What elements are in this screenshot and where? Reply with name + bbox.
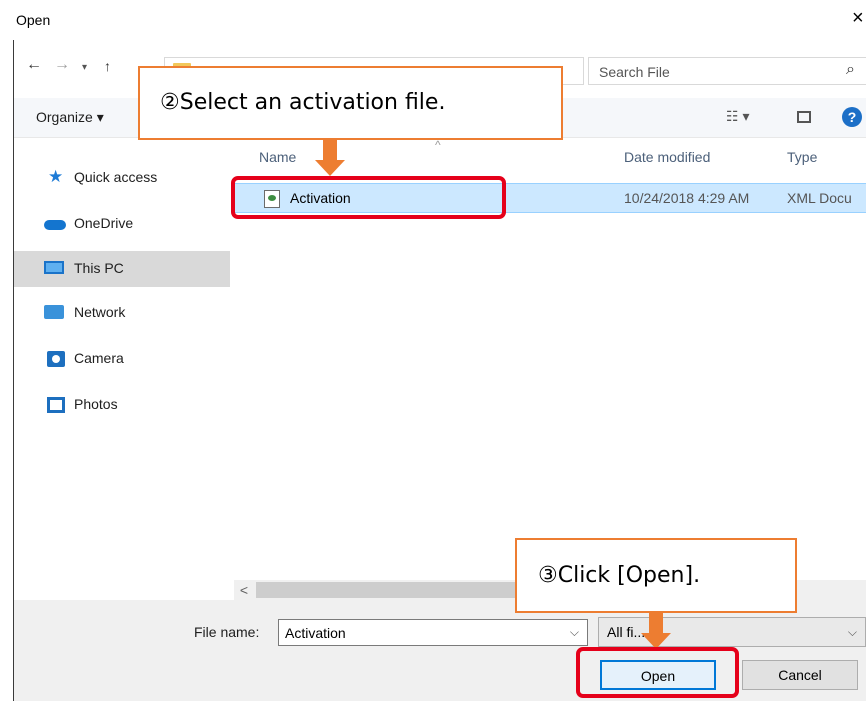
file-name-label: File name: xyxy=(194,624,260,640)
camera-icon xyxy=(47,351,65,367)
search-icon[interactable]: ⌕ xyxy=(846,61,855,79)
open-button-highlight xyxy=(576,647,739,698)
sidebar-item-camera[interactable]: Camera xyxy=(14,341,230,377)
column-header-date-modified[interactable]: Date modified xyxy=(624,149,710,165)
back-arrow-icon[interactable]: ← xyxy=(26,56,42,74)
file-type: XML Docu xyxy=(787,190,852,206)
sidebar-item-quick-access[interactable]: ★ Quick access xyxy=(14,160,230,196)
cancel-button[interactable]: Cancel xyxy=(742,660,858,690)
forward-arrow-icon[interactable]: → xyxy=(54,56,70,74)
step2-arrow-icon xyxy=(315,139,345,176)
step3-arrow-icon xyxy=(641,613,671,649)
sidebar-item-network[interactable]: Network xyxy=(14,295,230,331)
column-header-name[interactable]: Name xyxy=(259,149,296,165)
sort-ascending-icon: ^ xyxy=(435,138,441,152)
preview-pane-icon[interactable] xyxy=(797,111,811,123)
file-type-filter-value: All fi... xyxy=(607,624,646,640)
sidebar-item-photos[interactable]: Photos xyxy=(14,387,230,423)
sidebar-item-label: Network xyxy=(74,304,126,320)
column-header-type[interactable]: Type xyxy=(787,149,817,165)
sidebar-item-label: Camera xyxy=(74,350,124,366)
chevron-down-icon[interactable]: ⌵ xyxy=(848,625,857,640)
file-date-modified: 10/24/2018 4:29 AM xyxy=(624,190,750,206)
activation-file-highlight xyxy=(231,176,506,219)
file-name-input[interactable]: Activation ⌵ xyxy=(278,619,588,646)
recent-locations-icon[interactable]: ▾ xyxy=(82,62,87,73)
search-input[interactable]: Search File ⌕ xyxy=(588,57,866,85)
photos-icon xyxy=(47,397,65,413)
navigation-pane: ★ Quick access OneDrive This PC Network … xyxy=(14,138,230,578)
window-title: Open xyxy=(16,12,51,28)
open-file-dialog: Open × ← → ▾ ↑ Search File ⌕ Organize ▾ … xyxy=(0,0,866,701)
network-icon xyxy=(44,305,64,319)
up-arrow-icon[interactable]: ↑ xyxy=(104,58,111,74)
cloud-icon xyxy=(44,220,66,230)
sidebar-item-this-pc[interactable]: This PC xyxy=(14,251,230,287)
title-bar: Open × xyxy=(0,0,866,40)
step2-text: ②Select an activation file. xyxy=(160,90,446,115)
scroll-left-icon[interactable]: < xyxy=(234,580,254,600)
view-options-icon[interactable]: ☷ ▾ xyxy=(726,108,749,125)
search-placeholder: Search File xyxy=(599,64,670,80)
file-type-filter-select[interactable]: All fi... ⌵ xyxy=(598,617,866,647)
computer-icon xyxy=(44,261,64,274)
file-name-value: Activation xyxy=(285,625,346,641)
help-icon[interactable]: ? xyxy=(842,107,862,127)
sidebar-item-label: This PC xyxy=(74,260,124,276)
chevron-down-icon[interactable]: ⌵ xyxy=(570,625,579,640)
close-icon[interactable]: × xyxy=(852,7,864,30)
star-icon: ★ xyxy=(48,167,64,186)
organize-menu-button[interactable]: Organize ▾ xyxy=(36,109,104,126)
step3-text: ③Click [Open]. xyxy=(538,563,701,588)
step3-callout: ③Click [Open]. xyxy=(515,538,797,613)
sidebar-item-label: Quick access xyxy=(74,169,158,185)
sidebar-item-label: Photos xyxy=(74,396,118,412)
sidebar-item-onedrive[interactable]: OneDrive xyxy=(14,206,230,242)
sidebar-item-label: OneDrive xyxy=(74,215,134,231)
step2-callout: ②Select an activation file. xyxy=(138,66,563,140)
